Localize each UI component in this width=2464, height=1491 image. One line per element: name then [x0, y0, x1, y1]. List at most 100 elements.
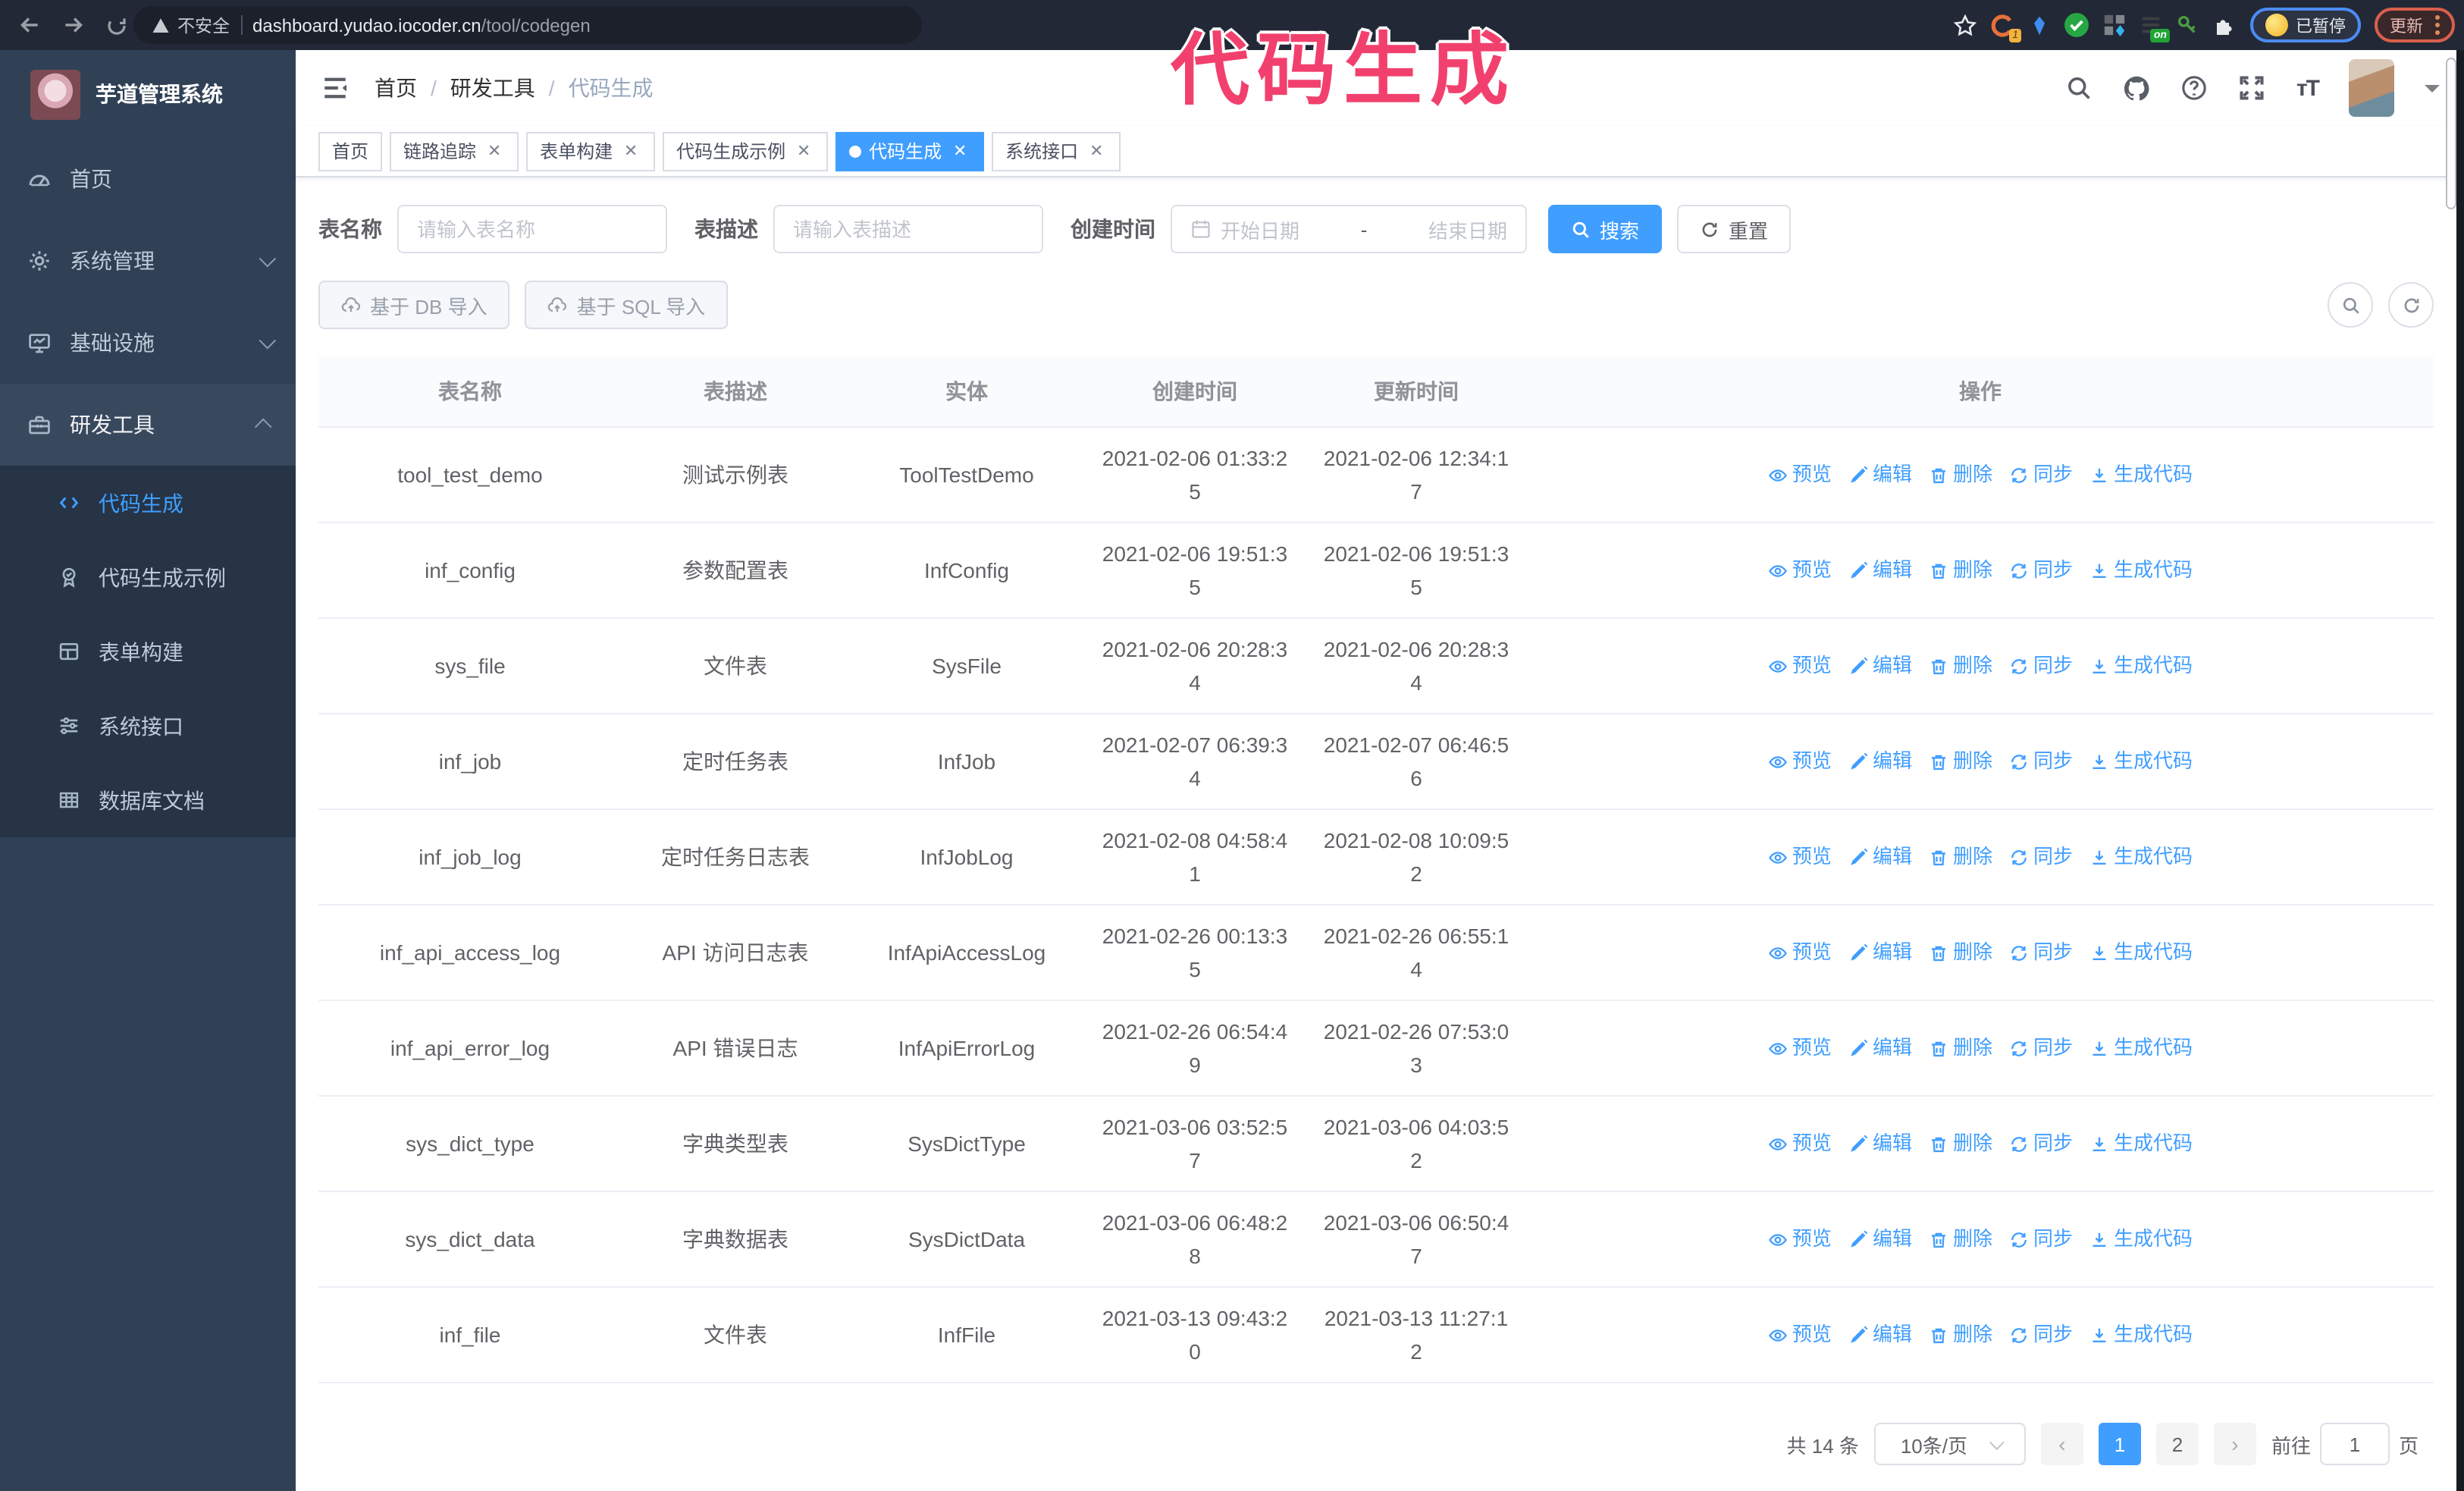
extension-check-icon[interactable] — [2064, 12, 2089, 38]
action-编辑[interactable]: 编辑 — [1848, 1127, 1912, 1160]
table-desc-input[interactable] — [773, 205, 1043, 253]
extension-key-icon[interactable] — [2176, 14, 2199, 36]
submenu-item-代码生成[interactable]: 代码生成 — [0, 466, 296, 540]
fullscreen-icon[interactable] — [2239, 74, 2266, 102]
browser-update-button[interactable]: 更新 — [2375, 8, 2455, 42]
action-生成代码[interactable]: 生成代码 — [2089, 1031, 2193, 1065]
action-预览[interactable]: 预览 — [1768, 458, 1832, 491]
action-编辑[interactable]: 编辑 — [1848, 1223, 1912, 1256]
submenu-item-数据库文档[interactable]: 数据库文档 — [0, 763, 296, 837]
action-删除[interactable]: 删除 — [1929, 1127, 1992, 1160]
extension-gem-icon[interactable] — [2029, 14, 2050, 36]
scrollbar-thumb[interactable] — [2446, 58, 2456, 209]
chevron-down-icon[interactable] — [2425, 84, 2440, 99]
user-avatar[interactable] — [2349, 59, 2394, 117]
sidebar-item-首页[interactable]: 首页 — [0, 138, 296, 220]
search-button[interactable]: 搜索 — [1548, 205, 1663, 253]
action-编辑[interactable]: 编辑 — [1848, 936, 1912, 969]
action-删除[interactable]: 删除 — [1929, 649, 1992, 683]
refresh-table-button[interactable] — [2388, 282, 2434, 328]
security-warning[interactable]: 不安全 — [152, 13, 230, 37]
action-编辑[interactable]: 编辑 — [1848, 554, 1912, 587]
help-icon[interactable] — [2181, 74, 2209, 102]
date-range-picker[interactable]: 开始日期 - 结束日期 — [1171, 205, 1527, 253]
action-生成代码[interactable]: 生成代码 — [2089, 745, 2193, 778]
action-生成代码[interactable]: 生成代码 — [2089, 936, 2193, 969]
submenu-item-系统接口[interactable]: 系统接口 — [0, 689, 296, 763]
action-生成代码[interactable]: 生成代码 — [2089, 1223, 2193, 1256]
tab-系统接口[interactable]: 系统接口 ✕ — [992, 131, 1121, 171]
github-icon[interactable] — [2124, 74, 2151, 102]
action-同步[interactable]: 同步 — [2009, 1031, 2073, 1065]
action-删除[interactable]: 删除 — [1929, 1031, 1992, 1065]
browser-forward-icon[interactable] — [58, 10, 88, 40]
extension-grid-icon[interactable] — [2103, 14, 2126, 36]
bookmark-star-icon[interactable] — [1953, 13, 1977, 37]
import-sql-button[interactable]: 基于 SQL 导入 — [525, 281, 729, 329]
action-同步[interactable]: 同步 — [2009, 745, 2073, 778]
action-编辑[interactable]: 编辑 — [1848, 1031, 1912, 1065]
action-预览[interactable]: 预览 — [1768, 936, 1832, 969]
close-icon[interactable]: ✕ — [949, 140, 970, 162]
browser-back-icon[interactable] — [14, 10, 44, 40]
toggle-search-button[interactable] — [2328, 282, 2373, 328]
action-同步[interactable]: 同步 — [2009, 1318, 2073, 1351]
action-预览[interactable]: 预览 — [1768, 1223, 1832, 1256]
extension-switchyomega-icon[interactable]: on — [2140, 14, 2170, 42]
breadcrumb-tools[interactable]: 研发工具 — [450, 73, 535, 103]
prev-page-button[interactable]: ‹ — [2040, 1423, 2083, 1465]
close-icon[interactable]: ✕ — [1086, 140, 1107, 162]
action-编辑[interactable]: 编辑 — [1848, 1318, 1912, 1351]
action-删除[interactable]: 删除 — [1929, 840, 1992, 874]
font-size-icon[interactable]: ᴛT — [2296, 75, 2320, 101]
tab-链路追踪[interactable]: 链路追踪 ✕ — [390, 131, 519, 171]
action-删除[interactable]: 删除 — [1929, 554, 1992, 587]
action-同步[interactable]: 同步 — [2009, 458, 2073, 491]
action-删除[interactable]: 删除 — [1929, 745, 1992, 778]
address-bar[interactable]: 不安全 dashboard.yudao.iocoder.cn/tool/code… — [133, 6, 922, 44]
submenu-item-代码生成示例[interactable]: 代码生成示例 — [0, 540, 296, 614]
action-预览[interactable]: 预览 — [1768, 554, 1832, 587]
next-page-button[interactable]: › — [2213, 1423, 2256, 1465]
action-生成代码[interactable]: 生成代码 — [2089, 458, 2193, 491]
action-同步[interactable]: 同步 — [2009, 649, 2073, 683]
sidebar-item-系统管理[interactable]: 系统管理 — [0, 220, 296, 302]
sidebar-item-研发工具[interactable]: 研发工具 — [0, 384, 296, 466]
profile-chip[interactable]: 已暂停 — [2250, 8, 2361, 42]
action-删除[interactable]: 删除 — [1929, 936, 1992, 969]
table-name-input[interactable] — [397, 205, 667, 253]
action-生成代码[interactable]: 生成代码 — [2089, 1318, 2193, 1351]
action-编辑[interactable]: 编辑 — [1848, 649, 1912, 683]
extension-colorzilla-icon[interactable]: 1 — [1991, 13, 2021, 42]
tab-代码生成[interactable]: 代码生成 ✕ — [835, 131, 985, 171]
action-编辑[interactable]: 编辑 — [1848, 840, 1912, 874]
page-size-select[interactable]: 10条/页 — [1873, 1423, 2026, 1465]
page-button-1[interactable]: 1 — [2098, 1423, 2141, 1465]
tab-代码生成示例[interactable]: 代码生成示例 ✕ — [663, 131, 829, 171]
import-db-button[interactable]: 基于 DB 导入 — [318, 281, 510, 329]
extensions-puzzle-icon[interactable] — [2212, 13, 2237, 37]
action-生成代码[interactable]: 生成代码 — [2089, 840, 2193, 874]
header-search-icon[interactable] — [2066, 74, 2093, 102]
action-编辑[interactable]: 编辑 — [1848, 745, 1912, 778]
close-icon[interactable]: ✕ — [793, 140, 814, 162]
action-删除[interactable]: 删除 — [1929, 1318, 1992, 1351]
action-生成代码[interactable]: 生成代码 — [2089, 554, 2193, 587]
action-同步[interactable]: 同步 — [2009, 840, 2073, 874]
app-logo[interactable]: 芋道管理系统 — [0, 50, 296, 138]
action-生成代码[interactable]: 生成代码 — [2089, 1127, 2193, 1160]
action-预览[interactable]: 预览 — [1768, 649, 1832, 683]
action-预览[interactable]: 预览 — [1768, 1127, 1832, 1160]
submenu-item-表单构建[interactable]: 表单构建 — [0, 614, 296, 689]
close-icon[interactable]: ✕ — [620, 140, 641, 162]
page-button-2[interactable]: 2 — [2155, 1423, 2199, 1465]
action-编辑[interactable]: 编辑 — [1848, 458, 1912, 491]
action-预览[interactable]: 预览 — [1768, 1318, 1832, 1351]
action-删除[interactable]: 删除 — [1929, 1223, 1992, 1256]
tab-表单构建[interactable]: 表单构建 ✕ — [526, 131, 656, 171]
action-同步[interactable]: 同步 — [2009, 1223, 2073, 1256]
action-预览[interactable]: 预览 — [1768, 745, 1832, 778]
action-同步[interactable]: 同步 — [2009, 554, 2073, 587]
action-同步[interactable]: 同步 — [2009, 936, 2073, 969]
tab-首页[interactable]: 首页 — [318, 131, 383, 171]
